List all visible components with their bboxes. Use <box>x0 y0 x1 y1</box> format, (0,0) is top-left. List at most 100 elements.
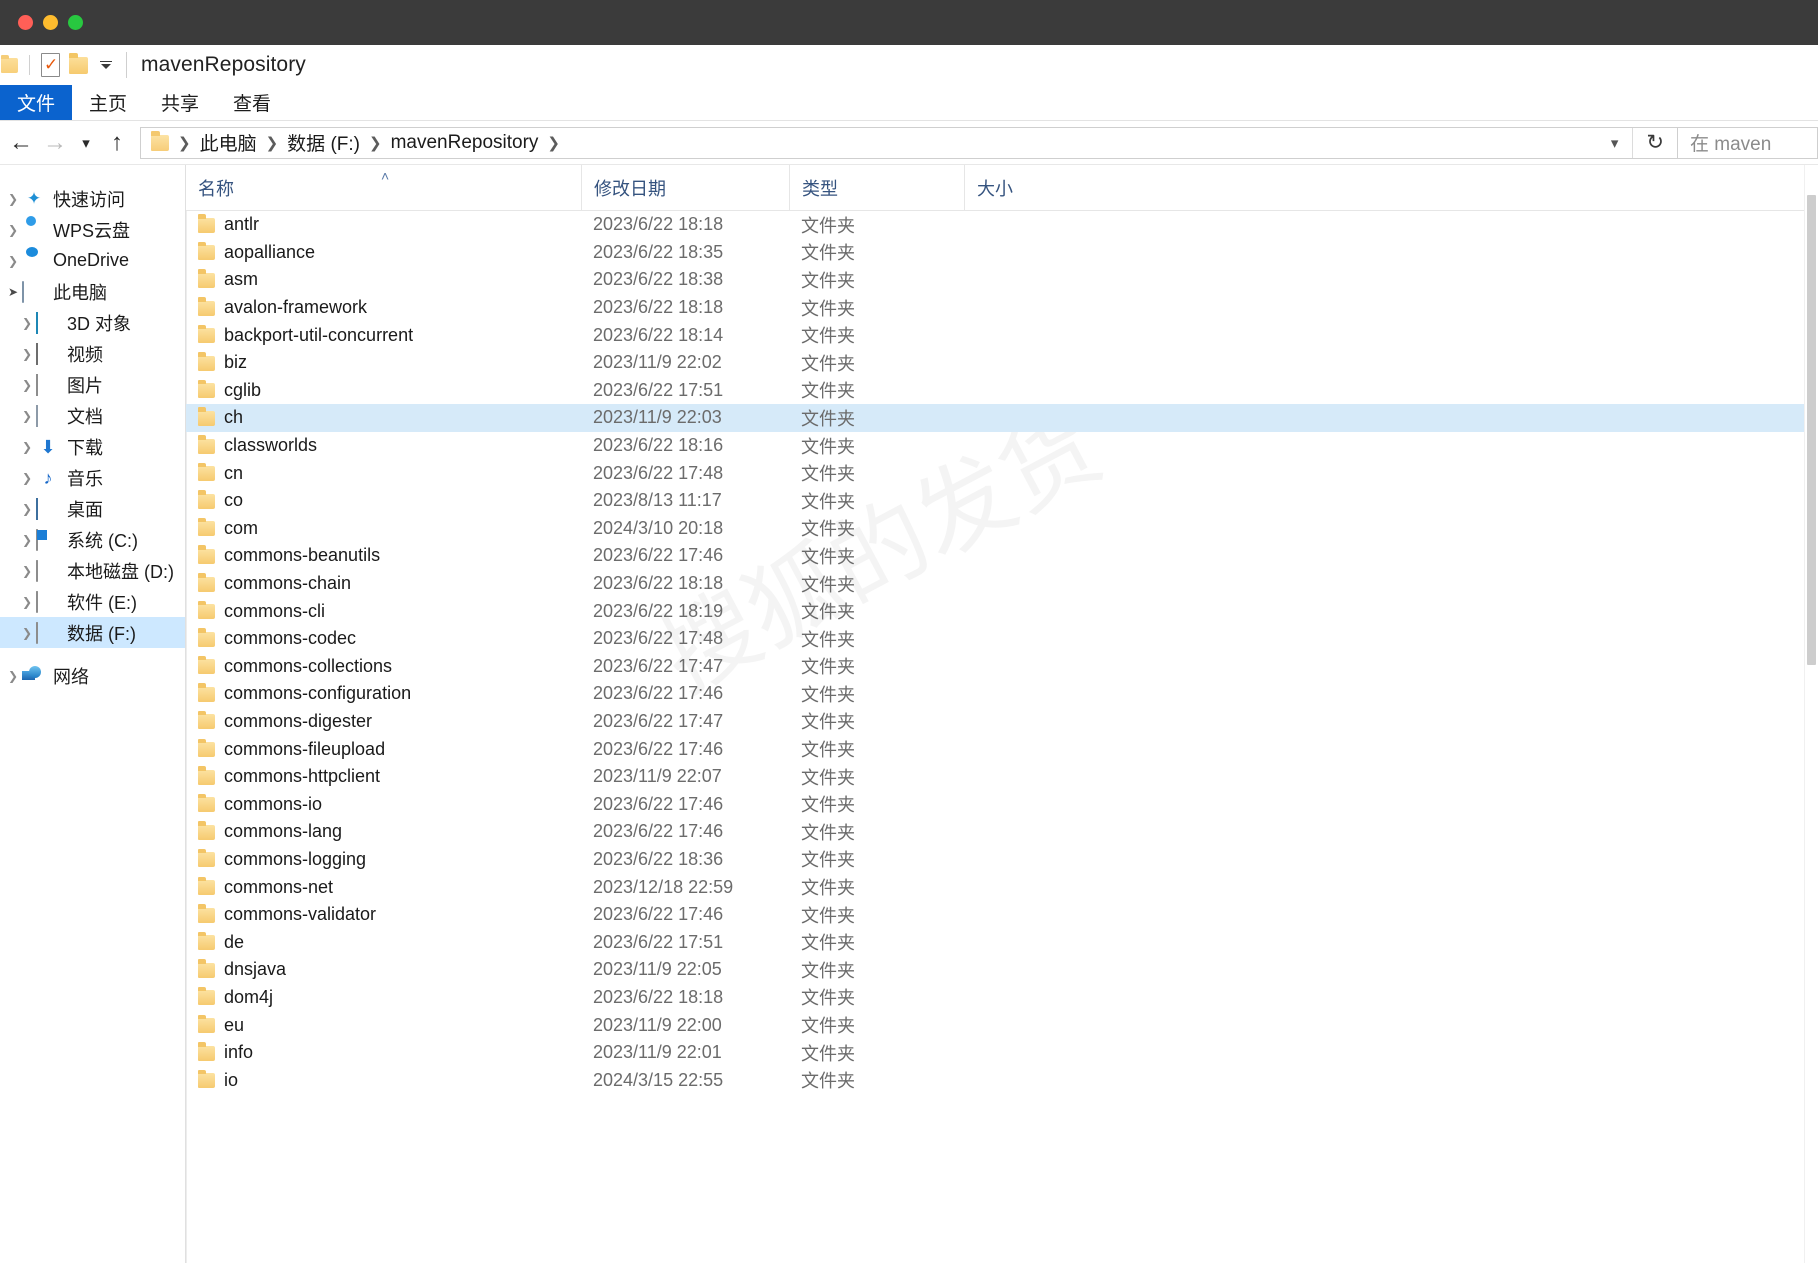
tab-home[interactable]: 主页 <box>72 85 144 120</box>
file-name-cell[interactable]: biz <box>186 352 581 373</box>
sidebar-item-pictures[interactable]: ❯ 图片 <box>0 369 185 400</box>
sidebar-item-downloads[interactable]: ❯ ⬇ 下载 <box>0 431 185 462</box>
file-name-cell[interactable]: commons-net <box>186 876 581 898</box>
close-window-button[interactable] <box>18 15 33 30</box>
file-name-cell[interactable]: commons-io <box>186 793 581 815</box>
column-header-type[interactable]: 类型 <box>789 165 964 211</box>
file-name-cell[interactable]: de <box>186 931 581 953</box>
sidebar-item-quick-access[interactable]: ❯ ✦ 快速访问 <box>0 183 185 214</box>
navigation-sidebar[interactable]: ❯ ✦ 快速访问 ❯ WPS云盘 ❯ OneDrive ➤ 此电脑 ❯ 3D 对… <box>0 165 186 1263</box>
breadcrumb-separator[interactable]: ❯ <box>369 134 382 152</box>
sidebar-item-onedrive[interactable]: ❯ OneDrive <box>0 245 185 276</box>
file-name-cell[interactable]: commons-chain <box>186 573 581 594</box>
file-name-cell[interactable]: commons-configuration <box>186 683 581 704</box>
chevron-right-icon[interactable]: ❯ <box>18 347 36 361</box>
recent-locations-chevron-down-icon[interactable]: ▾ <box>72 126 100 160</box>
chevron-right-icon[interactable]: ❯ <box>18 378 36 392</box>
chevron-right-icon[interactable]: ❯ <box>18 440 36 454</box>
up-one-level-arrow-up-icon[interactable]: ↑ <box>100 126 134 160</box>
table-row[interactable]: commons-net 2023/12/18 22:59 文件夹 <box>186 873 1818 901</box>
chevron-right-icon[interactable]: ❯ <box>4 223 22 237</box>
table-row[interactable]: classworlds 2023/6/22 18:16 文件夹 <box>186 432 1818 460</box>
search-input[interactable]: 在 maven <box>1678 126 1818 159</box>
file-name-cell[interactable]: aopalliance <box>186 241 581 263</box>
sidebar-item-software-drive-e[interactable]: ❯ 软件 (E:) <box>0 586 185 617</box>
file-list-pane[interactable]: 搜狐的发货 名称 ˄ 修改日期 类型 大小 antlr2023/6/22 18:… <box>186 165 1818 1263</box>
scrollbar-thumb[interactable] <box>1807 195 1816 665</box>
file-name-cell[interactable]: commons-httpclient <box>186 766 581 787</box>
breadcrumb-separator[interactable]: ❯ <box>547 134 560 152</box>
chevron-down-icon[interactable]: ➤ <box>4 285 22 299</box>
file-name-cell[interactable]: asm <box>186 269 581 290</box>
file-name-cell[interactable]: commons-cli <box>186 600 581 622</box>
sidebar-item-documents[interactable]: ❯ 文档 <box>0 400 185 431</box>
chevron-right-icon[interactable]: ❯ <box>18 595 36 609</box>
table-row[interactable]: commons-codec 2023/6/22 17:48 文件夹 <box>186 625 1818 653</box>
vertical-scrollbar[interactable] <box>1804 165 1818 1263</box>
refresh-icon[interactable]: ↻ <box>1633 130 1677 155</box>
table-row[interactable]: commons-fileupload 2023/6/22 17:46 文件夹 <box>186 735 1818 763</box>
table-row[interactable]: asm 2023/6/22 18:38 文件夹 <box>186 266 1818 294</box>
file-name-cell[interactable]: commons-collections <box>186 655 581 677</box>
sidebar-item-this-pc[interactable]: ➤ 此电脑 <box>0 276 185 307</box>
file-name-cell[interactable]: dnsjava <box>186 959 581 980</box>
chevron-right-icon[interactable]: ❯ <box>4 192 22 206</box>
chevron-right-icon[interactable]: ❯ <box>18 502 36 516</box>
sidebar-item-data-drive-f[interactable]: ❯ 数据 (F:) <box>0 617 185 648</box>
file-name-cell[interactable]: info <box>186 1042 581 1063</box>
chevron-right-icon[interactable]: ❯ <box>18 533 36 547</box>
column-header-name[interactable]: 名称 ˄ <box>186 165 581 211</box>
file-name-cell[interactable]: co <box>186 490 581 511</box>
table-row[interactable]: ch 2023/11/9 22:03 文件夹 <box>186 404 1818 432</box>
tab-view[interactable]: 查看 <box>216 85 288 120</box>
file-name-cell[interactable]: commons-logging <box>186 848 581 870</box>
breadcrumb-separator[interactable]: ❯ <box>266 134 279 152</box>
tab-file[interactable]: 文件 <box>0 85 73 120</box>
file-name-cell[interactable]: avalon-framework <box>186 297 581 318</box>
file-name-cell[interactable]: commons-validator <box>186 904 581 925</box>
column-header-date-modified[interactable]: 修改日期 <box>581 165 789 211</box>
chevron-right-icon[interactable]: ❯ <box>18 409 36 423</box>
address-bar[interactable]: ❯ 此电脑 ❯ 数据 (F:) ❯ mavenRepository ❯ ▾ ↻ <box>140 126 1678 159</box>
chevron-right-icon[interactable]: ❯ <box>18 316 36 330</box>
table-row[interactable]: avalon-framework 2023/6/22 18:18 文件夹 <box>186 294 1818 322</box>
chevron-right-icon[interactable]: ❯ <box>4 254 22 268</box>
chevron-right-icon[interactable]: ❯ <box>18 626 36 640</box>
file-name-cell[interactable]: dom4j <box>186 986 581 1008</box>
sidebar-item-desktop[interactable]: ❯ 桌面 <box>0 493 185 524</box>
table-row[interactable]: eu 2023/11/9 22:00 文件夹 <box>186 1011 1818 1039</box>
file-name-cell[interactable]: commons-beanutils <box>186 545 581 566</box>
file-name-cell[interactable]: io <box>186 1069 581 1091</box>
properties-icon[interactable] <box>41 53 60 77</box>
table-row[interactable]: com 2024/3/10 20:18 文件夹 <box>186 515 1818 543</box>
table-row[interactable]: commons-collections 2023/6/22 17:47 文件夹 <box>186 653 1818 681</box>
table-row[interactable]: dom4j 2023/6/22 18:18 文件夹 <box>186 984 1818 1012</box>
file-name-cell[interactable]: antlr <box>186 214 581 235</box>
maximize-window-button[interactable] <box>68 15 83 30</box>
customize-quick-access-chevron-down-icon[interactable] <box>100 60 112 70</box>
table-row[interactable]: biz 2023/11/9 22:02 文件夹 <box>186 349 1818 377</box>
table-row[interactable]: commons-lang 2023/6/22 17:46 文件夹 <box>186 818 1818 846</box>
sidebar-item-network[interactable]: ❯ 网络 <box>0 660 185 691</box>
sidebar-item-local-disk-d[interactable]: ❯ 本地磁盘 (D:) <box>0 555 185 586</box>
table-row[interactable]: commons-validator 2023/6/22 17:46 文件夹 <box>186 901 1818 929</box>
breadcrumb-item-this-pc[interactable]: 此电脑 <box>200 129 257 156</box>
table-row[interactable]: backport-util-concurrent 2023/6/22 18:14 文… <box>186 321 1818 349</box>
table-row[interactable]: cglib 2023/6/22 17:51 文件夹 <box>186 377 1818 405</box>
table-row[interactable]: commons-cli 2023/6/22 18:19 文件夹 <box>186 597 1818 625</box>
table-row[interactable]: cn 2023/6/22 17:48 文件夹 <box>186 459 1818 487</box>
file-name-cell[interactable]: cn <box>186 462 581 484</box>
table-row[interactable]: commons-io 2023/6/22 17:46 文件夹 <box>186 790 1818 818</box>
sidebar-item-system-drive-c[interactable]: ❯ 系统 (C:) <box>0 524 185 555</box>
file-name-cell[interactable]: backport-util-concurrent <box>186 324 581 346</box>
back-arrow-left-icon[interactable]: ← <box>4 126 38 160</box>
table-row[interactable]: antlr 2023/6/22 18:18 文件夹 <box>186 211 1818 239</box>
chevron-right-icon[interactable]: ❯ <box>18 564 36 578</box>
table-row[interactable]: commons-beanutils 2023/6/22 17:46 文件夹 <box>186 542 1818 570</box>
sidebar-item-music[interactable]: ❯ ♪ 音乐 <box>0 462 185 493</box>
file-name-cell[interactable]: commons-fileupload <box>186 738 581 760</box>
table-row[interactable]: commons-configuration 2023/6/22 17:46 文件夹 <box>186 680 1818 708</box>
file-name-cell[interactable]: ch <box>186 407 581 428</box>
sidebar-item-3d-objects[interactable]: ❯ 3D 对象 <box>0 307 185 338</box>
file-name-cell[interactable]: commons-codec <box>186 628 581 649</box>
